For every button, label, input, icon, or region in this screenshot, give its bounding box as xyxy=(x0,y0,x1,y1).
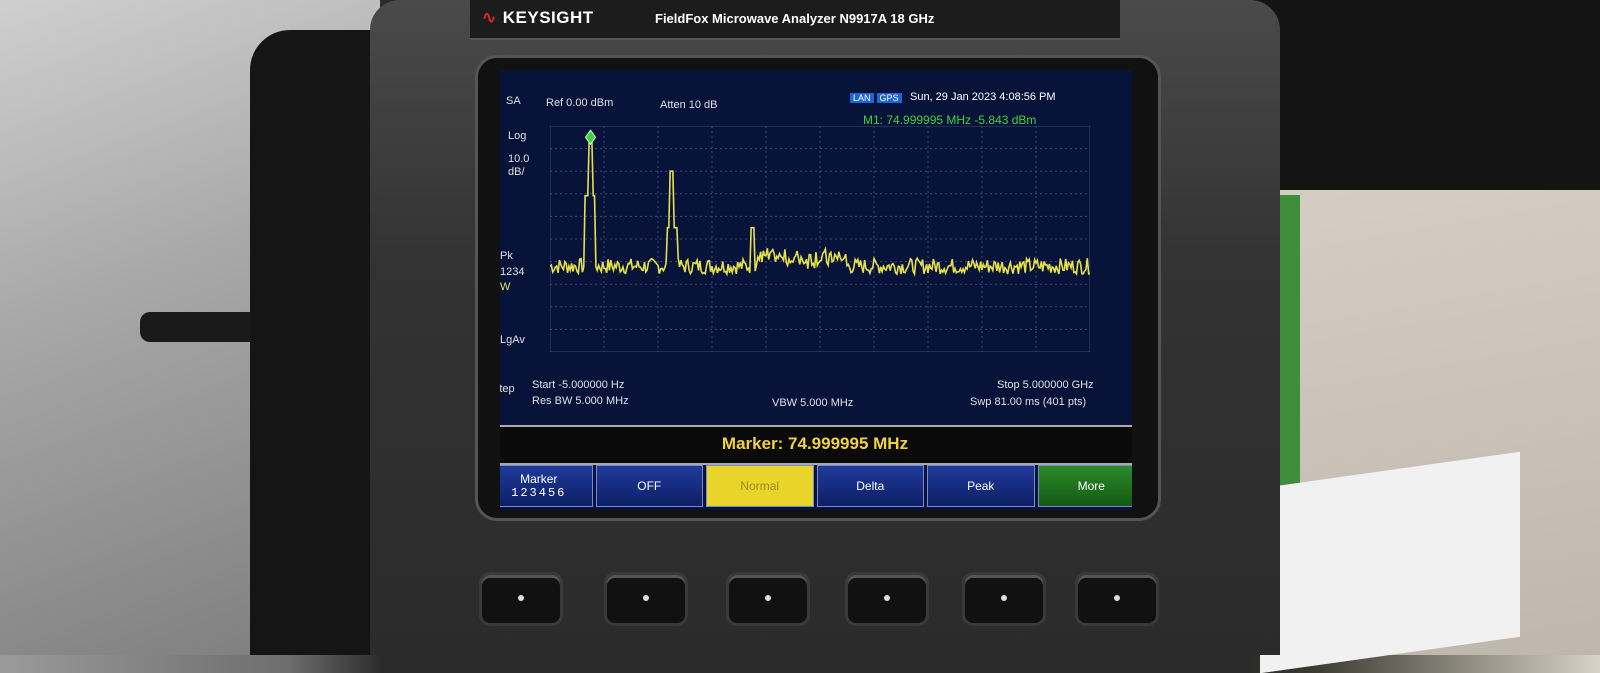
vbw: VBW 5.000 MHz xyxy=(772,397,854,409)
marker-readout: M1: 74.999995 MHz -5.843 dBm xyxy=(863,113,1037,127)
step-label: Step xyxy=(500,383,515,395)
softkey-delta[interactable]: Delta xyxy=(816,465,924,507)
carry-strap xyxy=(250,30,380,655)
softkey-label: More xyxy=(1077,479,1105,493)
softkey-peak[interactable]: Peak xyxy=(927,465,1035,507)
softkey-marker[interactable]: Marker 123456 xyxy=(500,465,593,507)
lan-icon: LAN xyxy=(850,93,874,103)
status-icons: LAN GPS xyxy=(850,88,905,106)
trace-mode: W xyxy=(500,281,511,293)
marker-banner-text: Marker: 74.999995 MHz xyxy=(721,434,909,453)
sweep-time: Swp 81.00 ms (401 pts) xyxy=(970,396,1087,408)
detector: Pk xyxy=(500,250,513,262)
ref-level: Ref 0.00 dBm xyxy=(546,97,614,109)
softkey-label: Marker xyxy=(520,472,558,486)
background-dev-board xyxy=(1260,451,1520,673)
softkey-label: Peak xyxy=(967,479,995,493)
stop-freq: Stop 5.000000 GHz xyxy=(997,379,1094,391)
softkey-normal[interactable]: Normal xyxy=(706,465,814,507)
hw-key-1[interactable] xyxy=(482,575,560,623)
atten-label: Atten 10 dB xyxy=(660,99,718,111)
softkey-label: OFF xyxy=(637,479,662,493)
scale-type: Log xyxy=(508,130,527,142)
spectrum-plot: -10-20-30-40-50-60-70-80-90 xyxy=(550,126,1090,352)
trace-select: 1234 xyxy=(500,266,524,278)
marker-numbers: 123456 xyxy=(511,486,567,500)
brand-name: KEYSIGHT xyxy=(502,8,594,27)
res-bw: Res BW 5.000 MHz xyxy=(532,395,629,407)
keysight-wave-icon: ∿ xyxy=(482,8,497,27)
marker-1-icon xyxy=(584,129,597,146)
analyzer-screen: SA Ref 0.00 dBm Atten 10 dB LAN GPS Sun, … xyxy=(500,70,1132,510)
hardware-softkeys xyxy=(480,575,1160,635)
softkey-label: Normal xyxy=(740,479,780,493)
softkey-bar: Marker 123456 OFF Normal Delta Peak More xyxy=(500,465,1132,510)
scale-div: 10.0 xyxy=(508,153,530,165)
avg-type: LgAv xyxy=(500,334,525,346)
hw-key-6[interactable] xyxy=(1078,575,1156,623)
gps-icon: GPS xyxy=(876,93,902,103)
device-label-bar: ∿ KEYSIGHT FieldFox Microwave Analyzer N9… xyxy=(470,0,1120,40)
datetime: Sun, 29 Jan 2023 4:08:56 PM xyxy=(910,91,1056,103)
hw-key-2[interactable] xyxy=(607,575,685,623)
hw-key-4[interactable] xyxy=(848,575,926,623)
trace-others: 234 xyxy=(506,266,525,278)
scale-unit: dB/ xyxy=(508,166,525,178)
marker-banner: Marker: 74.999995 MHz xyxy=(500,425,1132,465)
softkey-label: Delta xyxy=(856,479,885,493)
softkey-off[interactable]: OFF xyxy=(595,465,703,507)
softkey-more[interactable]: More xyxy=(1037,465,1132,507)
brand-logo: ∿ KEYSIGHT xyxy=(482,8,594,28)
start-freq: Start -5.000000 Hz xyxy=(532,379,625,391)
mode-label: SA xyxy=(506,95,521,107)
hw-key-3[interactable] xyxy=(729,575,807,623)
hw-key-5[interactable] xyxy=(965,575,1043,623)
model-label: FieldFox Microwave Analyzer N9917A 18 GH… xyxy=(655,11,935,26)
